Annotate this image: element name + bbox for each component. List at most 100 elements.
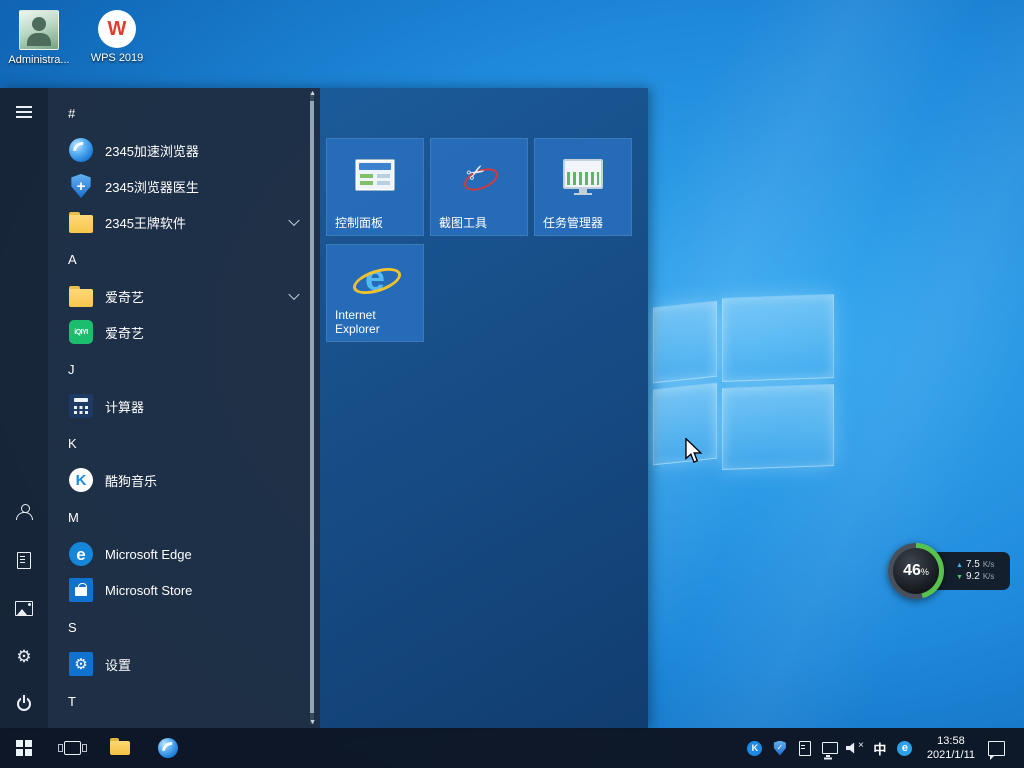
logo-pane bbox=[722, 384, 834, 470]
tile-control-panel[interactable]: 控制面板 bbox=[326, 138, 424, 236]
taskbar: K ✓ × 中 e 13:58 2021/1/11 bbox=[0, 728, 1024, 768]
app-item-settings[interactable]: ⚙ 设置 bbox=[48, 646, 320, 682]
app-item-label: 2345王牌软件 bbox=[105, 213, 186, 232]
taskbar-clock[interactable]: 13:58 2021/1/11 bbox=[921, 734, 981, 762]
network-monitor-icon bbox=[822, 742, 838, 754]
power-button[interactable] bbox=[0, 680, 48, 728]
task-manager-icon bbox=[563, 159, 603, 189]
section-header-m[interactable]: M bbox=[48, 498, 320, 536]
start-menu-rail: ⚙ bbox=[0, 88, 48, 728]
app-item-label: 2345加速浏览器 bbox=[105, 141, 199, 160]
rail-bottom-group: ⚙ bbox=[0, 488, 48, 728]
speed-unit: K/s bbox=[983, 561, 995, 569]
pictures-button[interactable] bbox=[0, 584, 48, 632]
section-header-a[interactable]: A bbox=[48, 240, 320, 278]
tray-document[interactable] bbox=[796, 728, 814, 768]
section-header-label: # bbox=[68, 106, 75, 121]
section-header-label: J bbox=[68, 362, 75, 377]
kugou-icon: K bbox=[69, 468, 93, 492]
windows-logo-wallpaper bbox=[648, 296, 838, 471]
shield-icon: + bbox=[71, 174, 92, 198]
desktop-icon-administrator[interactable]: Administra... bbox=[3, 10, 75, 66]
section-header-s[interactable]: S bbox=[48, 608, 320, 646]
app-group-2345-software[interactable]: 2345王牌软件 bbox=[48, 204, 320, 240]
speed-unit: K/s bbox=[983, 573, 995, 581]
tray-edge[interactable]: e bbox=[896, 728, 914, 768]
task-view-button[interactable] bbox=[48, 728, 96, 768]
app-item-2345-speed-browser[interactable]: 2345加速浏览器 bbox=[48, 132, 320, 168]
memory-usage-ball[interactable]: 46% bbox=[888, 543, 944, 599]
settings-button[interactable]: ⚙ bbox=[0, 632, 48, 680]
desktop-icon-label: WPS 2019 bbox=[81, 52, 153, 64]
app-group-iqiyi-folder[interactable]: 爱奇艺 bbox=[48, 278, 320, 314]
start-button[interactable] bbox=[0, 728, 48, 768]
action-center-button[interactable] bbox=[988, 728, 1009, 768]
usage-percent: 46% bbox=[903, 562, 929, 580]
section-header-hash[interactable]: # bbox=[48, 94, 320, 132]
tile-task-manager[interactable]: 任务管理器 bbox=[534, 138, 632, 236]
windows-logo-icon bbox=[16, 740, 33, 757]
folder-icon bbox=[69, 215, 93, 233]
chevron-down-icon[interactable] bbox=[288, 289, 299, 300]
download-speed-row: ▼ 9.2 K/s bbox=[956, 572, 1010, 582]
tile-label: 任务管理器 bbox=[543, 216, 603, 230]
app-item-label: Microsoft Store bbox=[105, 583, 192, 598]
iqiyi-icon: iQIYI bbox=[69, 320, 93, 344]
clock-date: 2021/1/11 bbox=[927, 748, 975, 762]
tile-label: 截图工具 bbox=[439, 216, 487, 230]
internet-explorer-icon: e bbox=[352, 259, 398, 297]
documents-button[interactable] bbox=[0, 536, 48, 584]
scroll-down-arrow[interactable]: ▼ bbox=[309, 719, 316, 726]
browser-2345-button[interactable] bbox=[144, 728, 192, 768]
tray-kugou[interactable]: K bbox=[746, 728, 764, 768]
action-center-icon bbox=[988, 741, 1005, 756]
app-item-iqiyi[interactable]: iQIYI 爱奇艺 bbox=[48, 314, 320, 350]
section-header-label: S bbox=[68, 620, 77, 635]
expand-menu-button[interactable] bbox=[0, 88, 48, 136]
net-speed-widget[interactable]: ▲ 7.5 K/s ▼ 9.2 K/s 46% bbox=[888, 543, 1010, 599]
tray-volume-muted[interactable]: × bbox=[846, 728, 864, 768]
pictures-icon bbox=[15, 601, 33, 616]
speaker-muted-icon: × bbox=[846, 742, 864, 755]
clock-time: 13:58 bbox=[937, 734, 965, 748]
tile-snipping-tool[interactable]: ✂ 截图工具 bbox=[430, 138, 528, 236]
app-item-label: 2345浏览器医生 bbox=[105, 177, 199, 196]
administrator-user-icon bbox=[19, 10, 59, 50]
section-header-t[interactable]: T bbox=[48, 682, 320, 720]
start-menu-tiles-area: 控制面板 ✂ 截图工具 任务管理器 bbox=[320, 88, 648, 728]
system-tray: K ✓ × 中 e 13:58 2021/1/11 bbox=[746, 728, 1024, 768]
logo-pane bbox=[653, 383, 717, 466]
edge-icon: e bbox=[69, 542, 93, 566]
section-header-j[interactable]: J bbox=[48, 350, 320, 388]
power-icon bbox=[16, 696, 32, 712]
start-menu: ⚙ # 2345加速浏览器 + 2345浏览器医生 2345王牌软件 A bbox=[0, 88, 648, 728]
section-header-k[interactable]: K bbox=[48, 424, 320, 462]
calculator-icon bbox=[69, 394, 93, 418]
tray-ime-indicator[interactable]: 中 bbox=[871, 728, 889, 768]
section-header-label: A bbox=[68, 252, 77, 267]
app-item-2345-browser-doctor[interactable]: + 2345浏览器医生 bbox=[48, 168, 320, 204]
app-group-tencent-software[interactable]: 腾讯软件 bbox=[48, 720, 320, 728]
app-item-microsoft-edge[interactable]: e Microsoft Edge bbox=[48, 536, 320, 572]
app-item-microsoft-store[interactable]: Microsoft Store bbox=[48, 572, 320, 608]
upload-speed-value: 7.5 bbox=[966, 560, 980, 570]
file-explorer-button[interactable] bbox=[96, 728, 144, 768]
tile-grid: 控制面板 ✂ 截图工具 任务管理器 bbox=[326, 138, 630, 342]
tile-internet-explorer[interactable]: e Internet Explorer bbox=[326, 244, 424, 342]
folder-icon bbox=[69, 289, 93, 307]
upload-arrow-icon: ▲ bbox=[956, 562, 963, 569]
section-header-label: K bbox=[68, 436, 77, 451]
document-icon bbox=[799, 741, 811, 756]
scrollbar-thumb[interactable] bbox=[310, 101, 314, 713]
download-arrow-icon: ▼ bbox=[956, 574, 963, 581]
hamburger-icon bbox=[16, 106, 32, 118]
desktop-icon-wps-2019[interactable]: W WPS 2019 bbox=[81, 10, 153, 64]
kugou-icon: K bbox=[747, 741, 762, 756]
chevron-down-icon[interactable] bbox=[288, 215, 299, 226]
tray-network[interactable] bbox=[821, 728, 839, 768]
app-item-kugou-music[interactable]: K 酷狗音乐 bbox=[48, 462, 320, 498]
tray-security-shield[interactable]: ✓ bbox=[771, 728, 789, 768]
folder-icon bbox=[110, 741, 130, 755]
app-item-calculator[interactable]: 计算器 bbox=[48, 388, 320, 424]
user-account-button[interactable] bbox=[0, 488, 48, 536]
